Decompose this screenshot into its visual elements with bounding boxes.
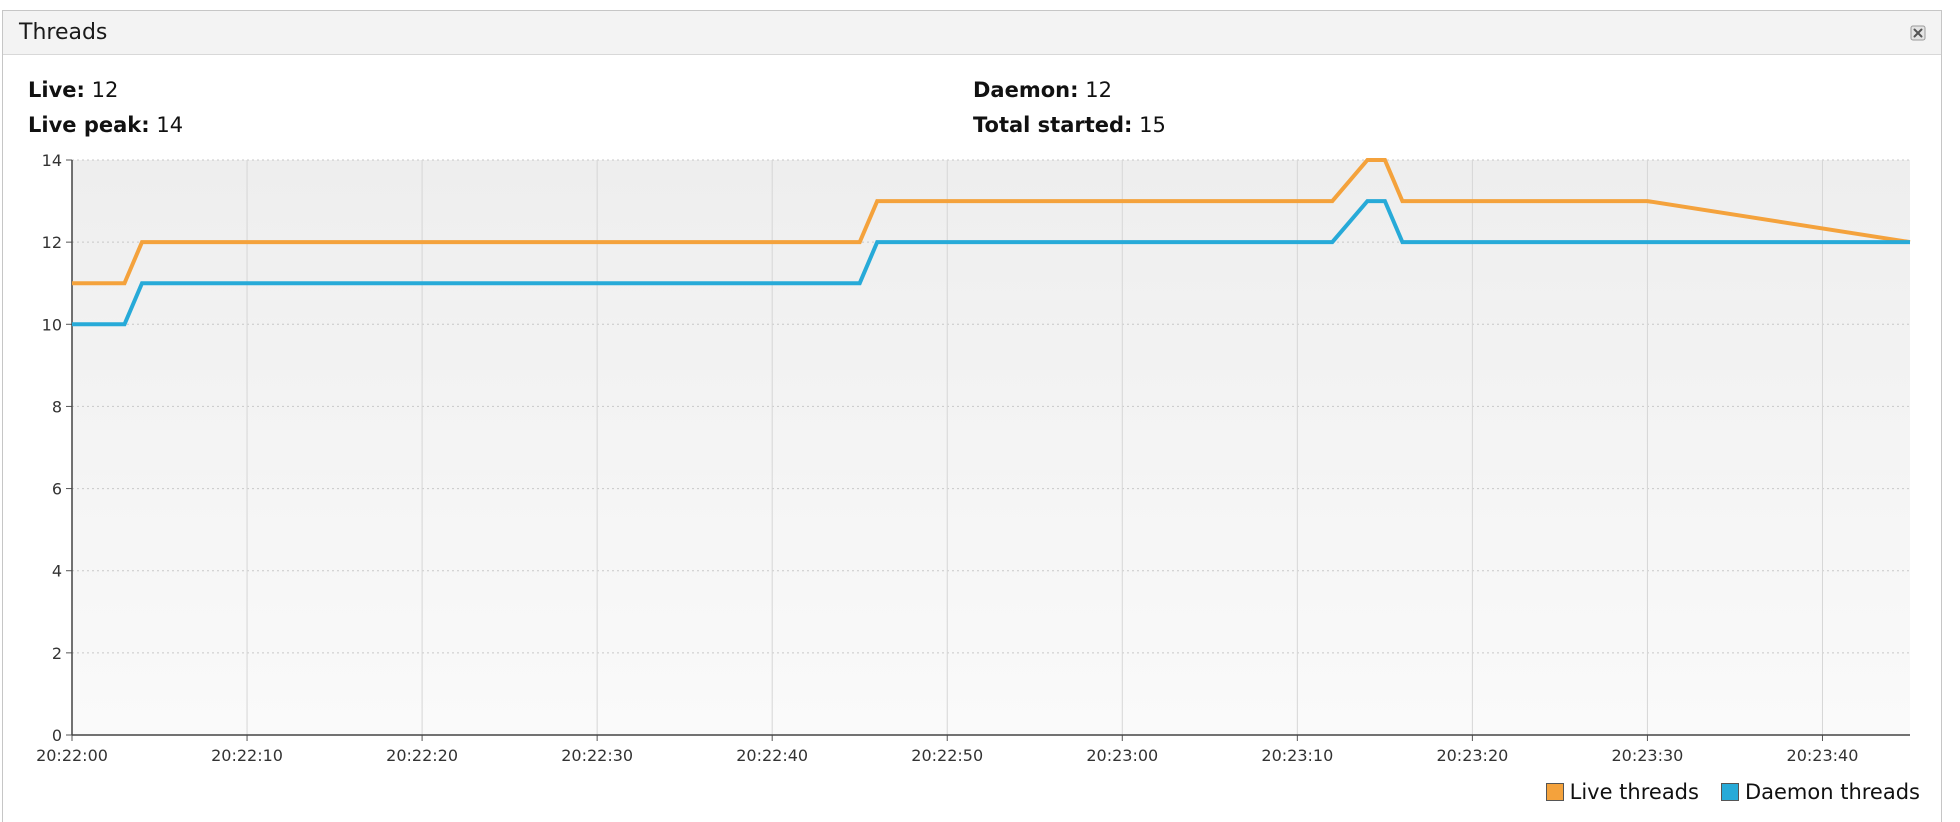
x-tick-label: 20:23:40: [1787, 746, 1859, 765]
legend-swatch-daemon: [1720, 783, 1739, 801]
y-tick-label: 10: [42, 315, 62, 334]
y-tick-label: 14: [42, 151, 62, 170]
legend-swatch-live: [1545, 783, 1564, 801]
x-tick-label: 20:22:50: [911, 746, 983, 765]
y-tick-label: 12: [42, 233, 62, 252]
y-tick-label: 6: [52, 480, 62, 499]
legend-label-live: Live threads: [1569, 780, 1699, 804]
x-tick-label: 20:22:00: [36, 746, 108, 765]
x-tick-label: 20:23:10: [1261, 746, 1333, 765]
y-tick-label: 2: [52, 644, 62, 663]
threads-chart: 0 2 4 6 8 10 12 14 20:22:00 20:22:10 20:22:20 20:22…: [36, 151, 1911, 765]
x-tick-label: 20:23:20: [1436, 746, 1508, 765]
x-tick-label: 20:22:30: [561, 746, 633, 765]
legend-item-daemon: Daemon threads: [1720, 780, 1920, 804]
y-tick-label: 0: [52, 726, 62, 745]
x-tick-label: 20:23:00: [1086, 746, 1158, 765]
y-tick-label: 4: [52, 562, 62, 581]
x-tick-label: 20:22:10: [211, 746, 283, 765]
x-tick-label: 20:23:30: [1611, 746, 1683, 765]
plot-area: [72, 160, 1910, 735]
chart-legend: Live threads Daemon threads: [1524, 780, 1920, 804]
legend-label-daemon: Daemon threads: [1744, 780, 1920, 804]
y-tick-label: 8: [52, 397, 62, 416]
legend-item-live: Live threads: [1545, 780, 1699, 804]
x-tick-label: 20:22:20: [386, 746, 458, 765]
x-tick-label: 20:22:40: [736, 746, 808, 765]
